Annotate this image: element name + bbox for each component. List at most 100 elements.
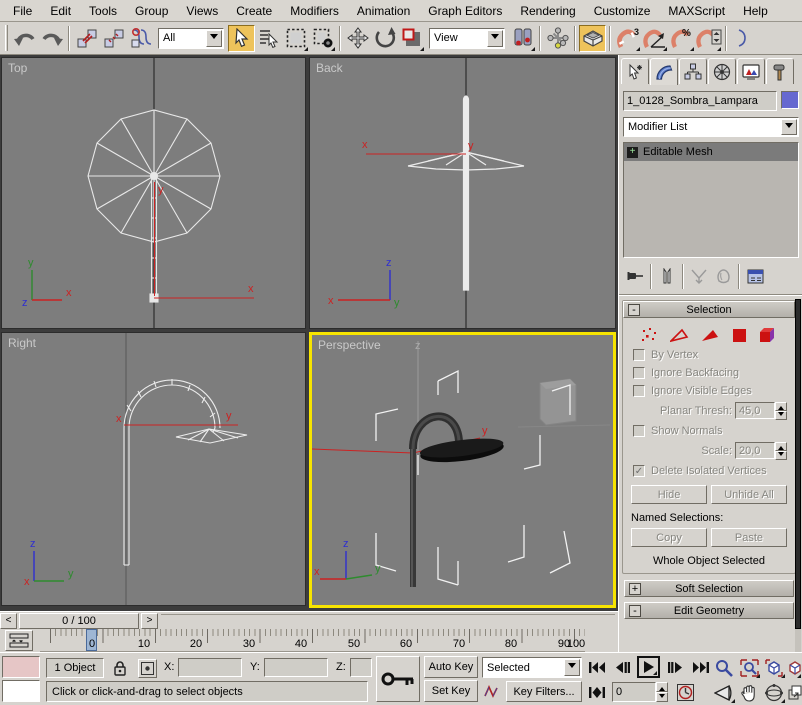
toolbar-grip[interactable] (5, 25, 8, 51)
previous-frame-button[interactable] (612, 657, 634, 678)
time-slider-channel[interactable] (161, 614, 615, 628)
arc-rotate-button[interactable] (762, 681, 786, 704)
frame-spinner[interactable] (656, 682, 668, 702)
redo-button[interactable] (38, 25, 65, 52)
scale-spinner[interactable] (775, 442, 787, 459)
absolute-offset-mode-toggle[interactable] (138, 659, 157, 678)
tab-hierarchy[interactable] (679, 58, 707, 84)
menu-group[interactable]: Group (126, 2, 177, 20)
menu-maxscript[interactable]: MAXScript (659, 2, 734, 20)
frame-number-input[interactable] (613, 686, 655, 698)
tab-modify[interactable] (650, 58, 678, 85)
spinner-snap-toggle-button[interactable] (695, 25, 722, 52)
reference-coordinate-system-dropdown[interactable]: View (429, 28, 505, 49)
menu-modifiers[interactable]: Modifiers (281, 2, 348, 20)
edit-geometry-rollout-header[interactable]: - Edit Geometry (624, 602, 794, 619)
select-and-rotate-button[interactable] (371, 25, 398, 52)
copy-button[interactable]: Copy (631, 528, 707, 547)
select-and-manipulate-button[interactable] (544, 25, 571, 52)
key-mode-arrow[interactable] (564, 659, 580, 676)
viewport-back[interactable]: Back x y z x y (309, 57, 616, 329)
z-input[interactable] (351, 659, 371, 671)
y-input[interactable] (265, 659, 327, 671)
menu-create[interactable]: Create (227, 2, 281, 20)
object-color-swatch[interactable] (781, 91, 799, 109)
keyboard-shortcut-override-toggle[interactable] (579, 25, 606, 52)
select-by-name-button[interactable] (255, 25, 282, 52)
min-max-toggle-button[interactable] (787, 681, 802, 704)
collapse-icon[interactable]: - (628, 304, 640, 316)
undo-button[interactable] (11, 25, 38, 52)
by-vertex-checkbox-row[interactable]: By Vertex (633, 349, 795, 361)
selection-filter-dropdown[interactable]: All (158, 28, 224, 49)
paste-button[interactable]: Paste (711, 528, 787, 547)
key-filters-button[interactable]: Key Filters... (506, 681, 582, 702)
set-keys-button[interactable] (376, 656, 420, 702)
show-end-result-button[interactable] (655, 265, 679, 287)
tab-motion[interactable] (708, 58, 736, 84)
menu-file[interactable]: File (4, 2, 41, 20)
y-coordinate-field[interactable] (264, 658, 328, 677)
planar-thresh-spinner[interactable] (775, 402, 787, 419)
play-button[interactable] (637, 656, 660, 678)
face-subobject-button[interactable] (701, 327, 720, 343)
scale-input[interactable] (736, 445, 774, 457)
by-vertex-checkbox[interactable] (633, 349, 645, 361)
menu-tools[interactable]: Tools (80, 2, 126, 20)
viewport-top[interactable]: Top (1, 57, 306, 329)
zoom-extents-button[interactable] (762, 656, 786, 679)
show-normals-checkbox[interactable] (633, 425, 645, 437)
open-mini-curve-editor-button[interactable] (5, 630, 33, 651)
ignore-backfacing-checkbox[interactable] (633, 367, 645, 379)
time-slider-prev-button[interactable]: < (0, 613, 17, 629)
maxscript-mini-input[interactable] (2, 680, 40, 702)
menu-customize[interactable]: Customize (585, 2, 660, 20)
soft-selection-rollout-header[interactable]: + Soft Selection (624, 580, 794, 597)
go-to-end-button[interactable] (690, 657, 712, 678)
z-coordinate-field[interactable] (350, 658, 372, 677)
soft-selection-collapse-icon[interactable]: + (629, 583, 641, 595)
field-of-view-button[interactable] (712, 681, 736, 704)
modifier-stack[interactable]: + Editable Mesh (623, 142, 799, 258)
edit-geometry-collapse-icon[interactable]: - (629, 605, 641, 617)
next-frame-button[interactable] (664, 657, 686, 678)
stack-expand-icon[interactable]: + (627, 147, 638, 158)
unhide-all-button[interactable]: Unhide All (711, 485, 787, 504)
delete-isolated-checkbox[interactable]: ✓ (633, 465, 645, 477)
pan-button[interactable] (737, 681, 761, 704)
go-to-start-button[interactable] (586, 657, 608, 678)
menu-graph-editors[interactable]: Graph Editors (419, 2, 511, 20)
selection-rollout-header[interactable]: - Selection (623, 301, 795, 318)
key-mode-toggle-button[interactable] (586, 682, 608, 703)
snaps-toggle-button[interactable]: 3 (614, 25, 641, 52)
tab-create[interactable] (621, 58, 649, 84)
unlink-selection-button[interactable] (100, 25, 127, 52)
selection-lock-toggle[interactable] (110, 658, 130, 678)
select-object-button[interactable] (228, 25, 255, 52)
viewport-perspective[interactable]: Perspective z (309, 332, 616, 608)
bind-to-space-warp-button[interactable] (127, 25, 154, 52)
polygon-subobject-button[interactable] (732, 327, 747, 343)
time-slider-handle[interactable]: 0 / 100 (19, 613, 139, 629)
make-unique-button[interactable] (687, 265, 711, 287)
pin-stack-button[interactable] (623, 265, 647, 287)
maxscript-mini-listener[interactable] (2, 656, 40, 678)
set-key-button[interactable]: Set Key (424, 680, 478, 702)
select-and-move-button[interactable] (344, 25, 371, 52)
element-subobject-button[interactable] (759, 327, 777, 343)
x-input[interactable] (179, 659, 241, 671)
rectangular-selection-region-button[interactable] (282, 25, 309, 52)
menu-views[interactable]: Views (177, 2, 227, 20)
time-slider-next-button[interactable]: > (141, 613, 158, 629)
modifier-list-dropdown[interactable]: Modifier List (623, 117, 799, 137)
track-bar-ruler[interactable]: 0 10 20 30 40 50 60 70 80 90 100 (40, 629, 585, 652)
tab-utilities[interactable] (766, 58, 794, 84)
modifier-list-arrow[interactable] (781, 119, 797, 135)
panel-scrollbar[interactable] (795, 299, 801, 652)
use-pivot-point-center-button[interactable] (509, 25, 536, 52)
zoom-extents-all-button[interactable] (787, 656, 802, 679)
menu-animation[interactable]: Animation (348, 2, 419, 20)
menu-rendering[interactable]: Rendering (511, 2, 584, 20)
zoom-button[interactable] (712, 656, 736, 679)
window-crossing-toggle-button[interactable] (309, 25, 336, 52)
